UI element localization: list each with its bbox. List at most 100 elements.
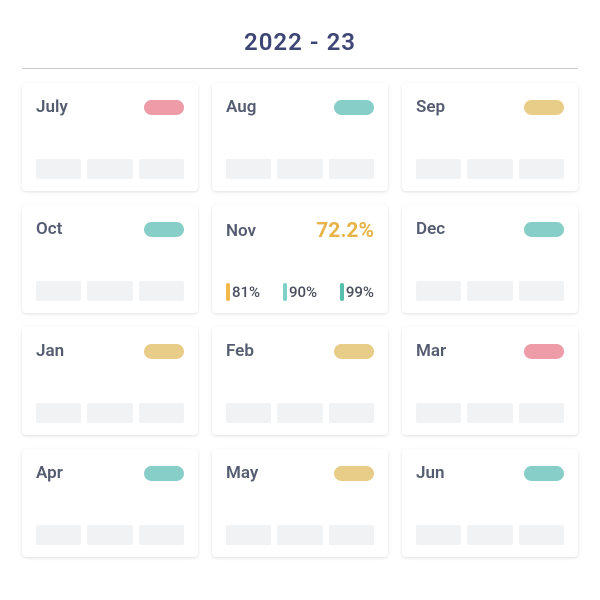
- stat-placeholder: [277, 403, 322, 423]
- stat-placeholder: [519, 403, 564, 423]
- stat-placeholder: [87, 159, 132, 179]
- stat-text: 90%: [289, 283, 317, 301]
- stat-placeholder: [416, 281, 461, 301]
- month-card-header: Apr: [36, 463, 184, 483]
- status-pill: [144, 344, 184, 359]
- month-card-header: May: [226, 463, 374, 483]
- month-label: Jan: [36, 341, 64, 361]
- stat-placeholder: [87, 403, 132, 423]
- month-card-header: Mar: [416, 341, 564, 361]
- stat-placeholder: [226, 525, 271, 545]
- status-pill: [334, 344, 374, 359]
- month-card[interactable]: Aug: [212, 83, 388, 191]
- status-pill: [144, 100, 184, 115]
- status-pill: [524, 466, 564, 481]
- month-card[interactable]: Jun: [402, 449, 578, 557]
- stat-placeholder: [329, 403, 374, 423]
- status-pill: [144, 222, 184, 237]
- status-pill: [524, 222, 564, 237]
- month-card-header: Jun: [416, 463, 564, 483]
- stat-placeholder: [36, 525, 81, 545]
- month-label: Sep: [416, 97, 445, 117]
- stat-placeholder: [329, 525, 374, 545]
- month-label: Mar: [416, 341, 446, 361]
- month-card[interactable]: Oct: [22, 205, 198, 313]
- month-card-header: Feb: [226, 341, 374, 361]
- month-card[interactable]: July: [22, 83, 198, 191]
- status-pill: [334, 466, 374, 481]
- year-header: 2022 - 23: [22, 18, 578, 68]
- stat-bar-icon: [283, 283, 287, 301]
- stat-value: 99%: [340, 283, 374, 301]
- stat-placeholder: [519, 525, 564, 545]
- stat-placeholder: [467, 159, 512, 179]
- month-card-header: Sep: [416, 97, 564, 117]
- stat-placeholder: [329, 159, 374, 179]
- month-grid: July Aug Sep Oct Nov 72.2% 81% 90% 99% Dec Jan Feb M…: [22, 83, 578, 557]
- month-card[interactable]: Sep: [402, 83, 578, 191]
- month-label: Dec: [416, 219, 445, 239]
- status-pill: [524, 100, 564, 115]
- month-card-header: Nov 72.2%: [226, 219, 374, 243]
- month-label: Aug: [226, 97, 256, 117]
- stat-placeholder: [416, 525, 461, 545]
- month-card[interactable]: Feb: [212, 327, 388, 435]
- status-pill: [334, 100, 374, 115]
- stat-placeholder: [226, 403, 271, 423]
- month-card[interactable]: May: [212, 449, 388, 557]
- month-card[interactable]: Mar: [402, 327, 578, 435]
- stat-placeholder: [226, 159, 271, 179]
- stat-placeholder: [416, 403, 461, 423]
- overall-percentage: 72.2%: [316, 219, 374, 243]
- month-card-header: Dec: [416, 219, 564, 239]
- stats-row: [226, 403, 374, 423]
- stat-placeholder: [139, 525, 184, 545]
- stat-placeholder: [467, 403, 512, 423]
- month-label: July: [36, 97, 68, 117]
- month-label: Feb: [226, 341, 254, 361]
- stat-placeholder: [36, 403, 81, 423]
- status-pill: [524, 344, 564, 359]
- stat-text: 99%: [346, 283, 374, 301]
- month-card[interactable]: Jan: [22, 327, 198, 435]
- stats-row: [36, 525, 184, 545]
- stats-row: [416, 403, 564, 423]
- stat-value: 81%: [226, 283, 260, 301]
- month-label: Jun: [416, 463, 444, 483]
- month-card-header: Aug: [226, 97, 374, 117]
- status-pill: [144, 466, 184, 481]
- stats-row: [416, 281, 564, 301]
- stat-placeholder: [36, 281, 81, 301]
- month-label: Oct: [36, 219, 62, 239]
- stat-value: 90%: [283, 283, 317, 301]
- month-card[interactable]: Apr: [22, 449, 198, 557]
- stat-placeholder: [139, 159, 184, 179]
- stats-row: [36, 159, 184, 179]
- stats-row: [36, 403, 184, 423]
- stats-row: [416, 525, 564, 545]
- stat-placeholder: [467, 281, 512, 301]
- month-card[interactable]: Nov 72.2% 81% 90% 99%: [212, 205, 388, 313]
- year-title: 2022 - 23: [244, 28, 356, 56]
- month-card-header: July: [36, 97, 184, 117]
- month-card[interactable]: Dec: [402, 205, 578, 313]
- stat-placeholder: [87, 525, 132, 545]
- month-label: Nov: [226, 221, 256, 241]
- stat-placeholder: [139, 281, 184, 301]
- stats-row: [416, 159, 564, 179]
- stat-bar-icon: [340, 283, 344, 301]
- month-label: Apr: [36, 463, 63, 483]
- stats-row: [226, 159, 374, 179]
- month-card-header: Jan: [36, 341, 184, 361]
- stat-placeholder: [467, 525, 512, 545]
- stats-row: [226, 525, 374, 545]
- stat-placeholder: [139, 403, 184, 423]
- stats-row: [36, 281, 184, 301]
- stat-placeholder: [87, 281, 132, 301]
- stats-row: 81% 90% 99%: [226, 283, 374, 301]
- header-divider: [22, 68, 578, 69]
- stat-placeholder: [519, 159, 564, 179]
- stat-bar-icon: [226, 283, 230, 301]
- stat-placeholder: [416, 159, 461, 179]
- month-label: May: [226, 463, 258, 483]
